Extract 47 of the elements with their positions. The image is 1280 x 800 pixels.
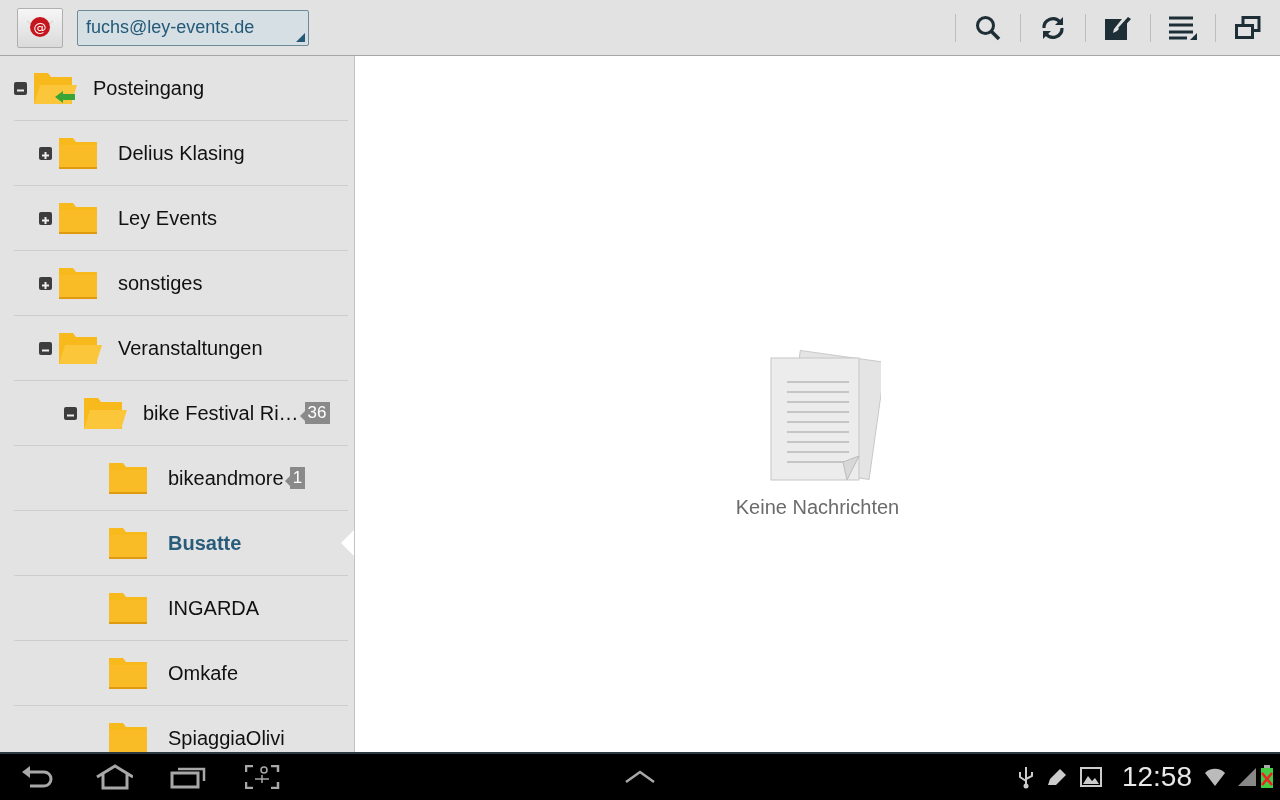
folder-name: SpiaggiaOlivi: [168, 726, 285, 750]
pencil-icon: [1045, 767, 1068, 787]
recent-apps-icon[interactable]: [170, 765, 208, 789]
account-email: fuchs@ley-events.de: [86, 17, 255, 38]
folder-item[interactable]: Ley Events: [14, 186, 348, 251]
expand-icon[interactable]: [39, 211, 52, 225]
folder-name: Omkafe: [168, 661, 239, 685]
collapse-icon[interactable]: [39, 341, 52, 355]
open-folder-icon: [83, 396, 127, 430]
wifi-icon: [1204, 766, 1226, 788]
folder-item[interactable]: sonstiges: [14, 251, 348, 316]
open-folder-icon: [58, 331, 102, 365]
collapse-icon[interactable]: [64, 406, 77, 420]
folder-item[interactable]: Omkafe: [14, 641, 348, 706]
folder-item[interactable]: bike Festival Ri… 36: [14, 381, 348, 446]
chevron-up-icon[interactable]: [625, 770, 655, 784]
folder-name: Veranstaltungen: [118, 336, 263, 360]
folder-item[interactable]: Posteingang: [14, 56, 348, 121]
folder-item[interactable]: INGARDA: [14, 576, 348, 641]
email-app-icon[interactable]: @: [17, 7, 63, 48]
menu-icon: [1169, 15, 1197, 40]
empty-message: Keine Nachrichten: [735, 495, 900, 519]
folder-name: Busatte: [168, 531, 242, 555]
clock-time: 12:58: [1121, 761, 1192, 793]
compose-icon: [1105, 15, 1131, 40]
windows-icon: [1235, 15, 1261, 40]
battery-icon: [1260, 765, 1274, 789]
dropdown-corner-icon: [296, 32, 305, 42]
folder-name: Ley Events: [118, 206, 217, 230]
usb-icon: [1017, 765, 1034, 789]
folder-item[interactable]: Veranstaltungen: [14, 316, 348, 381]
expand-icon[interactable]: [39, 146, 52, 160]
signal-icon: [1238, 768, 1256, 786]
folder-name: Posteingang: [93, 76, 205, 100]
folder-name: bike Festival Ri…: [143, 401, 299, 425]
inbox-folder-icon: [33, 71, 77, 105]
folder-name: Delius Klasing: [118, 141, 245, 165]
image-icon: [1079, 767, 1102, 787]
home-icon[interactable]: [95, 764, 133, 790]
expand-icon[interactable]: [39, 276, 52, 290]
account-dropdown[interactable]: fuchs@ley-events.de: [77, 9, 309, 46]
search-icon: [975, 14, 1001, 41]
folder-item[interactable]: Delius Klasing: [14, 121, 348, 186]
collapse-icon[interactable]: [14, 81, 27, 95]
folder-name: INGARDA: [168, 596, 260, 620]
folder-name: bikeandmore: [168, 466, 284, 490]
folder-name: sonstiges: [118, 271, 203, 295]
